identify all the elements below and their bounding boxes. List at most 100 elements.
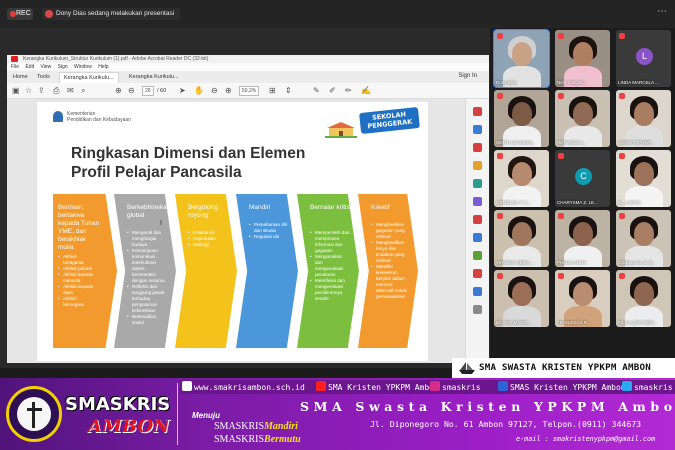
page-number-input[interactable]: 28 [142, 86, 154, 96]
participant-tile[interactable]: L LINDA MARCELA ... [616, 30, 671, 87]
document-viewer[interactable]: Kementerian Pendidikan dan Kebudayaan SE… [7, 99, 489, 363]
combine-files-icon[interactable] [473, 179, 482, 188]
dimension-chevron: Berkebhinekaan global Mengenal dan mengha… [114, 194, 176, 348]
dimension-element-item: Akhlak kepada alam [58, 284, 98, 296]
page-up-icon[interactable]: ⊕ [115, 86, 122, 96]
fill-and-sign-icon[interactable] [473, 269, 482, 278]
upload-icon[interactable]: ⇪ [38, 86, 45, 96]
presenter-status: Dony Dias sedang melakukan presentasi [42, 8, 181, 20]
participant-avatar: L [636, 48, 653, 65]
select-cursor-icon[interactable]: ➤ [179, 86, 186, 96]
dimension-element-item: Memperoleh dan memproses informasi dan g… [310, 230, 350, 254]
motto-intro: Menuju [192, 411, 220, 420]
dimension-heading: Berkebhinekaan global [127, 204, 174, 219]
tab-home[interactable]: Home [9, 72, 32, 83]
dimension-element-item: Menghasilkan gagasan yang orisinal [371, 222, 411, 240]
muted-mic-icon [619, 213, 625, 219]
more-tools-icon[interactable] [473, 305, 482, 314]
search-icon[interactable]: ⌕ [81, 86, 85, 96]
fit-page-icon[interactable]: ⊞ [269, 86, 276, 96]
fill-sign-icon[interactable]: ✍ [361, 86, 371, 96]
more-options-icon[interactable]: ⋯ [657, 6, 667, 17]
participant-tile[interactable]: GRIZELDA T. S... [494, 150, 549, 207]
meeting-window: REC Dony Dias sedang melakukan presentas… [0, 0, 675, 450]
star-icon[interactable]: ☆ [25, 86, 32, 96]
organize-pages-icon[interactable] [473, 197, 482, 206]
meeting-top-bar: REC Dony Dias sedang melakukan presentas… [0, 0, 675, 28]
muted-mic-icon [619, 93, 625, 99]
participant-tile[interactable]: SMITH LEASIWAL [494, 90, 549, 147]
dimension-heading: Mandiri [249, 204, 271, 211]
social-link[interactable]: SMAS Kristen YPKPM Ambon [498, 381, 626, 392]
participant-tile[interactable]: FILIA ALEXANDR... [616, 270, 671, 327]
participant-name: ELGINA MARIS... [496, 320, 532, 325]
redact-icon[interactable] [473, 215, 482, 224]
tab-tools[interactable]: Tools [33, 72, 54, 83]
participant-tile[interactable]: CHRISTOPHER... [616, 90, 671, 147]
zoom-in-icon[interactable]: ⊕ [225, 86, 232, 96]
send-for-signature-icon[interactable] [473, 287, 482, 296]
participant-tile[interactable]: C CHARYSMA Z. LE... [555, 150, 610, 207]
optimize-pdf-icon[interactable] [473, 251, 482, 260]
muted-mic-icon [558, 213, 564, 219]
participant-tile[interactable]: VIRGINIA SEMA... [494, 210, 549, 267]
menu-window[interactable]: Window [74, 64, 92, 70]
dimension-element-item: Akhlak kepada manusia [58, 272, 98, 284]
tab-document-1[interactable]: Kerangka Kurikulu... [59, 72, 119, 83]
school-logo [6, 386, 62, 442]
sign-in-link[interactable]: Sign In [458, 73, 477, 79]
save-icon[interactable]: ▣ [12, 86, 20, 96]
social-link-text: www.smakrisambon.sch.id [194, 383, 305, 392]
participant-tile[interactable]: PHELIA ANITA [555, 210, 610, 267]
facebook-icon [498, 381, 508, 391]
participant-face [573, 282, 593, 306]
social-link[interactable]: www.smakrisambon.sch.id [182, 381, 305, 392]
page-down-icon[interactable]: ⊖ [128, 86, 135, 96]
dimension-chevron: Kreatif Menghasilkan gagasan yang orisina… [358, 194, 418, 348]
export-pdf-icon[interactable] [473, 107, 482, 116]
zoom-out-icon[interactable]: ⊖ [211, 86, 218, 96]
social-link[interactable]: SMA Kristen YPKPM Ambon [316, 381, 439, 392]
participant-face [634, 282, 654, 306]
print-icon[interactable]: ⎙ [53, 86, 59, 96]
dimension-elements: KolaborasiKepedulianBerbagi [188, 230, 228, 248]
edit-pdf-icon[interactable] [473, 143, 482, 152]
comment-tool-icon[interactable] [473, 161, 482, 170]
menu-sign[interactable]: Sign [58, 64, 68, 70]
menu-file[interactable]: File [11, 64, 19, 70]
tab-document-2[interactable]: Kerangka Kurikulu... [125, 72, 183, 83]
zoom-level-select[interactable]: 59,2% [239, 86, 260, 96]
scroll-mode-icon[interactable]: ⇕ [285, 86, 292, 96]
dimension-chevron: Bernalar kritis Memperoleh dan memproses … [297, 194, 359, 348]
ship-icon [459, 362, 475, 374]
ministry-logo-icon [53, 111, 63, 122]
participant-tile[interactable]: Dony Dias [493, 29, 550, 88]
participant-tile[interactable]: E...A MAYA [616, 150, 671, 207]
presenter-avatar-icon [45, 10, 53, 18]
participant-face [512, 42, 532, 66]
social-link[interactable]: smaskris [622, 381, 673, 392]
acrobat-title-bar: Kerangka Kurikulum_Struktur Kurikulum (1… [7, 55, 489, 63]
create-pdf-icon[interactable] [473, 125, 482, 134]
menu-help[interactable]: Help [98, 64, 108, 70]
menu-edit[interactable]: Edit [25, 64, 34, 70]
social-link-text: SMAS Kristen YPKPM Ambon [510, 383, 626, 392]
mail-icon[interactable]: ✉ [67, 86, 74, 96]
dimension-heading: Bergotong royong [188, 204, 218, 219]
comment-icon[interactable]: ✎ [313, 86, 320, 96]
protect-icon[interactable] [473, 233, 482, 242]
draw-icon[interactable]: ✏ [345, 86, 352, 96]
participant-tile[interactable]: ELGINA MARIS... [494, 270, 549, 327]
motto-1-prefix: SMASKRIS [214, 421, 265, 432]
hand-tool-icon[interactable]: ✋ [194, 86, 204, 96]
participant-tile[interactable]: Nelly Gasperz [555, 30, 610, 87]
participant-tile[interactable]: FRANSISCA R... [555, 270, 610, 327]
menu-view[interactable]: View [40, 64, 51, 70]
participant-tile[interactable]: REYWOLD L... [555, 90, 610, 147]
highlight-icon[interactable]: ✐ [329, 86, 336, 96]
participant-tile[interactable]: GISELLA G. S. E... [616, 210, 671, 267]
motto-2-prefix: SMASKRIS [214, 434, 265, 445]
social-link[interactable]: smaskris [430, 381, 481, 392]
recording-label: REC [16, 10, 31, 17]
recording-indicator[interactable]: REC [7, 8, 33, 20]
